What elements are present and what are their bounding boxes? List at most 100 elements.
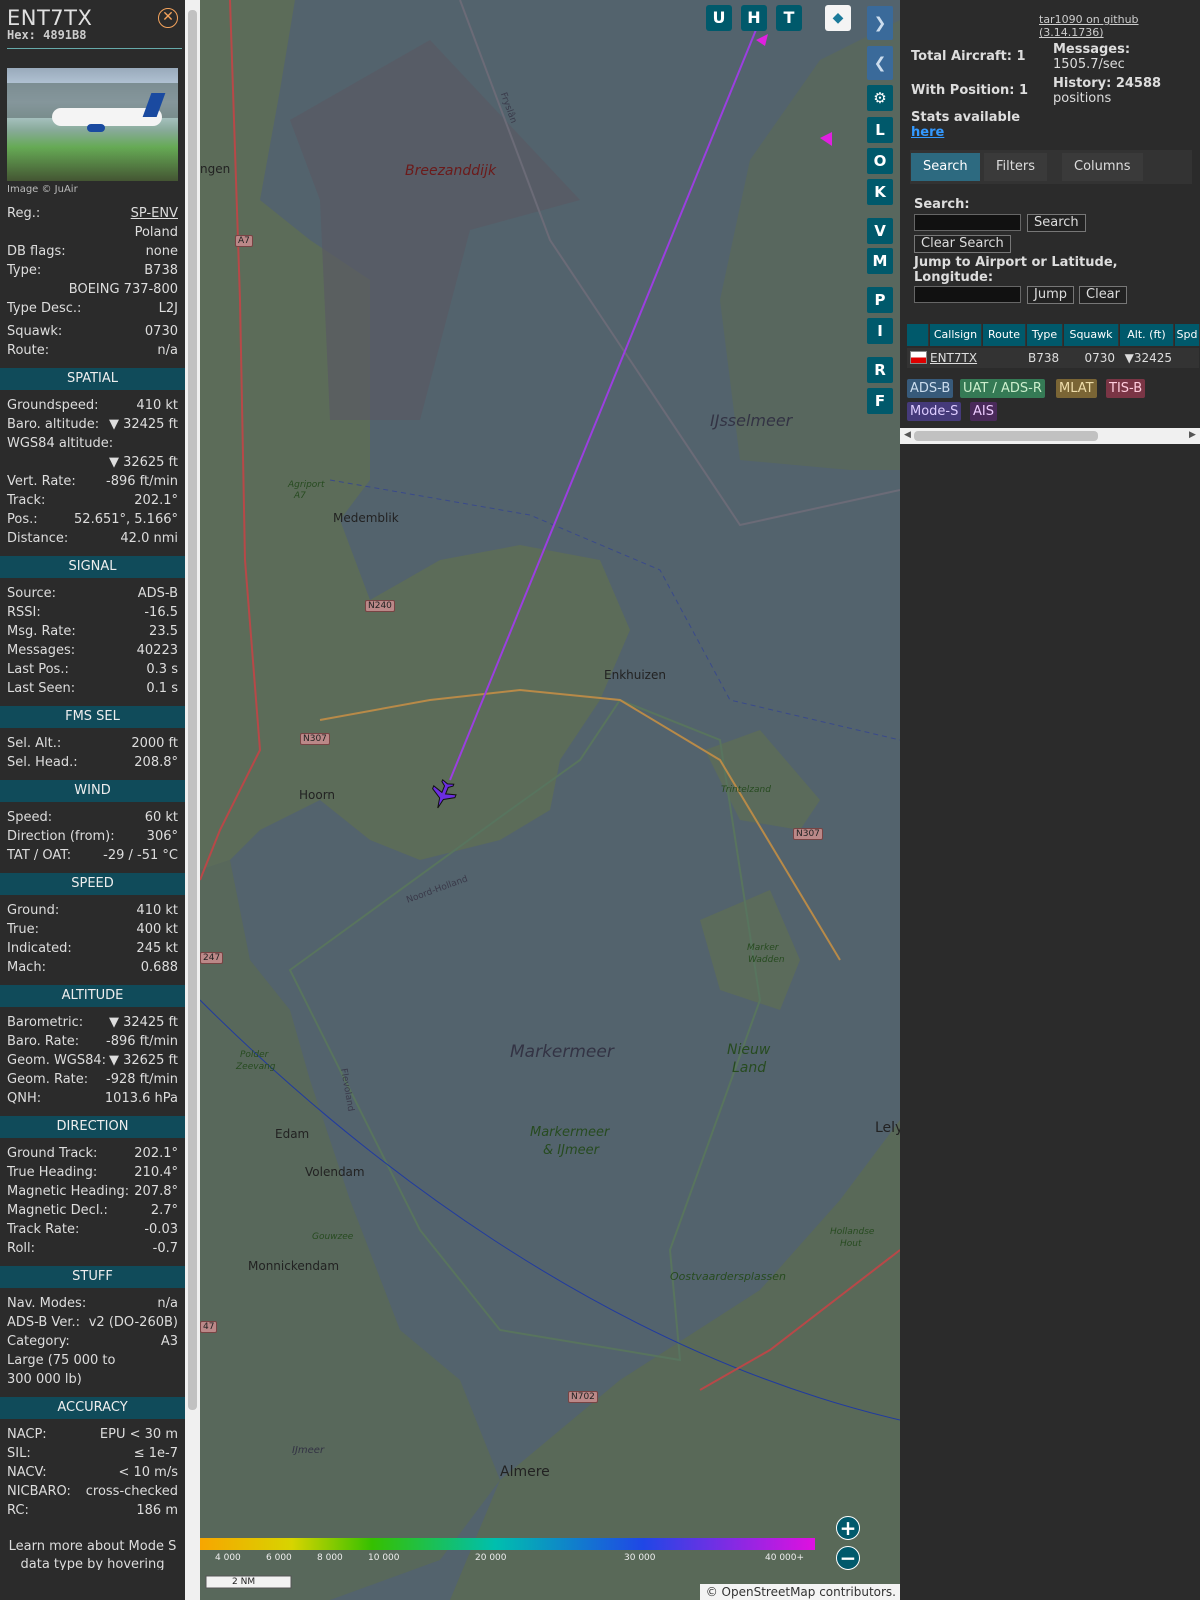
detail-key[interactable]: Direction (from): bbox=[7, 827, 115, 846]
detail-key[interactable]: Distance: bbox=[7, 529, 68, 548]
detail-key[interactable]: ADS-B Ver.: bbox=[7, 1313, 80, 1332]
info-row: DB flags: none bbox=[0, 242, 185, 261]
detail-key[interactable]: Source: bbox=[7, 584, 56, 603]
chevron-left-icon[interactable]: ❮ bbox=[867, 46, 893, 80]
detail-key[interactable]: Magnetic Heading: bbox=[7, 1182, 129, 1201]
detail-key[interactable]: Sel. Alt.: bbox=[7, 734, 61, 753]
detail-row: Geom. WGS84: ▼ 32625 ft bbox=[0, 1051, 185, 1070]
close-icon[interactable]: ✕ bbox=[158, 8, 178, 28]
detail-key[interactable]: Msg. Rate: bbox=[7, 622, 76, 641]
clear-search-button[interactable]: Clear Search bbox=[914, 235, 1011, 253]
detail-key[interactable]: RC: bbox=[7, 1501, 29, 1520]
tab-filters[interactable]: Filters bbox=[984, 153, 1047, 181]
scale-label: 20 000 bbox=[475, 1553, 507, 1563]
chevron-right-icon[interactable]: ❯ bbox=[867, 6, 893, 40]
table-scrollbar-thumb[interactable] bbox=[914, 431, 1098, 441]
detail-key[interactable]: TAT / OAT: bbox=[7, 846, 71, 865]
detail-key[interactable]: Large (75 000 to bbox=[7, 1351, 115, 1370]
toggle-h-button[interactable]: H bbox=[741, 5, 767, 31]
detail-key[interactable]: QNH: bbox=[7, 1089, 41, 1108]
toggle-f-button[interactable]: F bbox=[867, 388, 893, 414]
detail-key[interactable]: Speed: bbox=[7, 808, 52, 827]
zoom-out-icon[interactable]: − bbox=[836, 1546, 860, 1570]
github-link[interactable]: tar1090 on github (3.14.1736) bbox=[1039, 13, 1200, 39]
settings-gear-icon[interactable]: ⚙ bbox=[867, 85, 893, 111]
detail-key[interactable]: Geom. Rate: bbox=[7, 1070, 88, 1089]
detail-key[interactable]: WGS84 altitude: bbox=[7, 434, 113, 453]
detail-key[interactable]: SIL: bbox=[7, 1444, 31, 1463]
zoom-in-icon[interactable]: + bbox=[836, 1516, 860, 1540]
detail-key[interactable]: Nav. Modes: bbox=[7, 1294, 86, 1313]
map-label: & IJmeer bbox=[543, 1143, 599, 1158]
column-header[interactable]: Route bbox=[983, 324, 1026, 346]
detail-value: 52.651°, 5.166° bbox=[74, 512, 178, 527]
jump-button[interactable]: Jump bbox=[1027, 286, 1074, 304]
stats-link[interactable]: here bbox=[911, 125, 944, 140]
column-header[interactable]: Alt. (ft) bbox=[1120, 324, 1174, 346]
map-label: Polder bbox=[240, 1050, 269, 1060]
detail-key[interactable]: True: bbox=[7, 920, 39, 939]
sidebar-scrollbar-thumb[interactable] bbox=[188, 10, 197, 1410]
detail-key[interactable]: Ground Track: bbox=[7, 1144, 97, 1163]
toggle-p-button[interactable]: P bbox=[867, 287, 893, 313]
column-header[interactable]: Squawk bbox=[1064, 324, 1119, 346]
detail-value: 23.5 bbox=[149, 624, 178, 639]
detail-key[interactable]: NICBARO: bbox=[7, 1482, 71, 1501]
toggle-m-button[interactable]: M bbox=[867, 248, 893, 274]
toggle-u-button[interactable]: U bbox=[706, 5, 732, 31]
search-input[interactable] bbox=[914, 214, 1021, 231]
detail-key[interactable]: Messages: bbox=[7, 641, 75, 660]
detail-key[interactable]: Last Seen: bbox=[7, 679, 75, 698]
detail-key[interactable]: Track Rate: bbox=[7, 1220, 79, 1239]
detail-key[interactable]: Barometric: bbox=[7, 1013, 83, 1032]
detail-key[interactable]: Groundspeed: bbox=[7, 396, 98, 415]
layers-icon[interactable]: ◆ bbox=[825, 5, 851, 31]
jump-input[interactable] bbox=[914, 286, 1021, 303]
detail-key[interactable]: True Heading: bbox=[7, 1163, 97, 1182]
table-scrollbar[interactable]: ◀ ▶ bbox=[900, 428, 1200, 444]
detail-key[interactable]: Mach: bbox=[7, 958, 46, 977]
detail-key[interactable]: Indicated: bbox=[7, 939, 72, 958]
scroll-left-icon[interactable]: ◀ bbox=[904, 430, 911, 440]
aircraft-photo[interactable] bbox=[7, 68, 178, 181]
clear-button[interactable]: Clear bbox=[1079, 286, 1127, 304]
detail-key[interactable]: Last Pos.: bbox=[7, 660, 69, 679]
toggle-i-button[interactable]: I bbox=[867, 318, 893, 344]
detail-key[interactable]: Roll: bbox=[7, 1239, 35, 1258]
search-button[interactable]: Search bbox=[1027, 214, 1086, 232]
detail-key[interactable]: Vert. Rate: bbox=[7, 472, 76, 491]
scroll-right-icon[interactable]: ▶ bbox=[1189, 430, 1196, 440]
detail-value: 42.0 nmi bbox=[120, 531, 178, 546]
detail-key[interactable]: NACV: bbox=[7, 1463, 47, 1482]
detail-key[interactable]: Baro. altitude: bbox=[7, 415, 99, 434]
detail-key[interactable]: Geom. WGS84: bbox=[7, 1051, 106, 1070]
column-header[interactable]: Spd bbox=[1175, 324, 1200, 346]
toggle-o-button[interactable]: O bbox=[867, 148, 893, 174]
toggle-k-button[interactable]: K bbox=[867, 179, 893, 205]
toggle-l-button[interactable]: L bbox=[867, 117, 893, 143]
tab-columns[interactable]: Columns bbox=[1062, 153, 1143, 181]
detail-key[interactable]: Ground: bbox=[7, 901, 59, 920]
detail-key[interactable]: Sel. Head.: bbox=[7, 753, 78, 772]
detail-key[interactable]: Category: bbox=[7, 1332, 70, 1351]
map-view[interactable]: Breezanddijk IJsselmeer Medemblik Enkhui… bbox=[200, 0, 900, 1600]
detail-key[interactable]: RSSI: bbox=[7, 603, 41, 622]
toggle-r-button[interactable]: R bbox=[867, 357, 893, 383]
map-label: Monnickendam bbox=[248, 1259, 340, 1273]
toggle-t-button[interactable]: T bbox=[776, 5, 802, 31]
detail-key[interactable]: Track: bbox=[7, 491, 45, 510]
column-header-flag[interactable] bbox=[907, 324, 929, 346]
tab-search[interactable]: Search bbox=[911, 153, 980, 181]
column-header[interactable]: Type bbox=[1027, 324, 1063, 346]
info-value[interactable]: SP-ENV bbox=[131, 204, 178, 223]
detail-key[interactable]: Pos.: bbox=[7, 510, 38, 529]
detail-key[interactable]: Magnetic Decl.: bbox=[7, 1201, 108, 1220]
row-callsign[interactable]: ENT7TX bbox=[930, 348, 977, 368]
section-header: SPEED bbox=[0, 873, 185, 895]
detail-key[interactable]: 300 000 lb) bbox=[7, 1370, 82, 1389]
toggle-v-button[interactable]: V bbox=[867, 218, 893, 244]
detail-key[interactable]: Baro. Rate: bbox=[7, 1032, 79, 1051]
map-label: Agriport bbox=[288, 480, 325, 490]
column-header[interactable]: Callsign bbox=[930, 324, 982, 346]
detail-key[interactable]: NACP: bbox=[7, 1425, 47, 1444]
